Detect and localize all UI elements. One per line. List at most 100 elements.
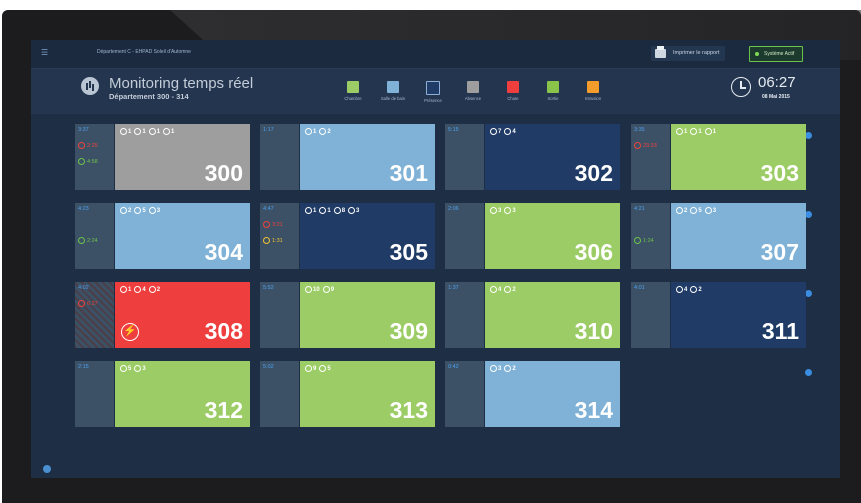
timer-value: 2:15 [78,364,89,370]
timer-line: 1:31 [263,237,283,244]
event-count: 2 [684,207,688,214]
event-count: 4 [498,286,502,293]
event-counters: 1 1 1 1 [120,128,174,135]
room-number: 313 [389,397,428,423]
timer-line: 23:33 [634,142,657,149]
legend-item: Absence [453,81,493,101]
room-card-313[interactable]: 5:02 9 5 313 [260,361,435,427]
event-counter: 4 [676,286,687,293]
event-icon [504,286,512,293]
timer-line: 0:42 [448,364,459,370]
event-counter: 5 [134,207,146,214]
event-icon [305,207,312,214]
print-report-button[interactable]: Imprimer le rapport [651,46,726,61]
timer-value: 23:33 [643,142,657,149]
event-counters: 32 [490,365,516,372]
timer-line: 5:52 [263,285,274,291]
room-card-302[interactable]: 5:15 7 4 302 [445,124,620,190]
timer-line: 1:24 [634,237,654,244]
event-count: 3 [712,207,717,214]
room-status-panel: 1 4 2 ⚡ 308 [115,282,250,348]
room-number: 314 [574,397,613,423]
event-counter: 9 [322,286,334,293]
event-counter: 1 [163,128,174,135]
room-card-311[interactable]: 4:01 4 2 311 [631,282,806,348]
room-number: 309 [389,318,428,344]
event-count: 1 [712,128,717,135]
event-counters: 33 [490,207,516,214]
event-count: 1 [327,207,331,214]
room-timers: 2:15 [75,361,812,427]
room-status-panel: 7 4 302 [485,124,620,190]
menu-icon[interactable]: ☰ [41,48,51,58]
event-counters: 95 [305,365,331,372]
event-count: 1 [684,128,688,135]
event-count: 5 [327,365,331,372]
timer-line: 4:02 [78,285,812,297]
event-counter: 8 [333,207,346,214]
event-icon [134,128,142,135]
event-icon [690,128,698,135]
event-count: 1 [156,128,161,135]
timer-line: 2:24 [78,237,98,244]
event-counter: 1 [134,128,146,135]
legend-label: Salle de bain [380,96,406,101]
timer-line: 1:17 [263,127,274,133]
event-count: 7 [498,128,502,135]
legend-swatch [426,81,440,95]
room-card-307[interactable]: 4:21 1:24 2 5 3 307 [631,203,806,269]
room-card-301[interactable]: 1:17 1 2 301 [260,124,435,190]
timer-value: 5:52 [263,285,274,291]
timer-value: 3:37 [78,127,89,133]
room-card-300[interactable]: 3:37 2:25 4:58 1 1 1 1 300 [75,124,812,190]
event-counter: 2 [504,365,516,372]
room-status-panel: 1 1 1 1 300 [115,124,250,190]
room-card-309[interactable]: 5:52 10 9 309 [260,282,435,348]
room-status-panel: 10 9 309 [300,282,435,348]
event-counter: 2 [504,286,516,293]
page-title: Monitoring temps réel [109,75,254,92]
globe-icon[interactable] [43,465,51,473]
event-count: 1 [128,128,132,135]
event-counters: 42 [676,286,702,293]
timer-line: 4:23 [78,206,812,218]
room-card-303[interactable]: 3:35 23:33 1 1 1 303 [631,124,806,190]
fall-alert-icon [78,142,85,149]
fall-alert-icon [78,300,85,307]
room-status-panel: 2 5 3 307 [671,203,806,269]
event-icon [504,207,512,214]
event-counter: 1 [704,128,717,135]
timer-value: 4:47 [263,206,274,212]
timer-value: 4:21 [634,206,645,212]
room-card-310[interactable]: 1:37 4 2 310 [445,282,620,348]
timer-value: 2:25 [87,142,98,149]
room-timers: 4:01 [631,282,670,348]
room-number: 300 [204,160,243,186]
timer-value: 1:31 [272,237,283,244]
event-icon [134,365,142,372]
room-timers: 5:52 [260,282,299,348]
event-count: 8 [341,207,346,214]
event-count: 5 [128,365,132,372]
room-timers: 4:21 1:24 [631,203,670,269]
clock-icon [805,290,812,297]
room-card-306[interactable]: 2:06 3 3 306 [445,203,620,269]
room-card-308[interactable]: 4:02 6:27 1 4 2 ⚡ 308 [75,282,812,348]
room-card-305[interactable]: 4:47 3:21 1:31 1 1 8 3 305 [260,203,435,269]
event-icon [148,286,156,293]
room-timers: 2:06 [445,203,484,269]
system-status-badge[interactable]: Système Actif [749,46,804,62]
event-icon [690,207,698,214]
event-counter: 3 [490,207,501,214]
room-card-304[interactable]: 4:23 2:24 2 5 3 304 [75,203,812,269]
event-icon [134,286,142,293]
room-card-312[interactable]: 2:15 5 3 312 [75,361,812,427]
event-icon [120,286,127,293]
top-bar: ☰ Département C - EHPAD Soleil d'Automne… [31,40,840,69]
event-icon [490,365,497,372]
event-count: 4 [512,128,516,135]
room-timers: 4:02 6:27 [75,282,812,348]
event-icon [120,128,127,135]
room-card-314[interactable]: 0:42 3 2 314 [445,361,620,427]
exit-icon [78,158,85,165]
